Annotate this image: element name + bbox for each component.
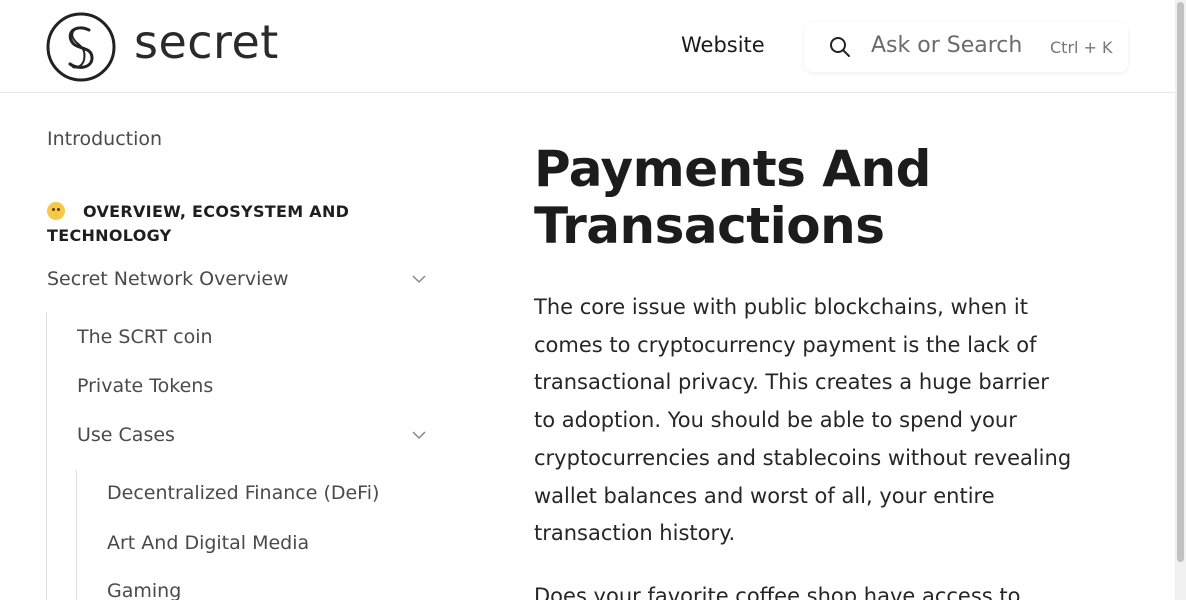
secret-logo-icon: [46, 12, 116, 82]
scrollbar-thumb[interactable]: [1177, 2, 1184, 562]
chevron-down-icon[interactable]: [412, 275, 426, 284]
chevron-down-icon[interactable]: [412, 431, 426, 440]
website-link[interactable]: Website: [681, 33, 765, 57]
sidebar-section-label: OVERVIEW, ECOSYSTEM AND TECHNOLOGY: [47, 202, 350, 245]
search-placeholder: Ask or Search: [871, 33, 1023, 58]
logo-text: secret: [134, 15, 279, 69]
sidebar-item-secret-network-overview[interactable]: Secret Network Overview: [47, 268, 289, 290]
sidebar-item-introduction[interactable]: Introduction: [47, 128, 162, 150]
search-shortcut-hint: Ctrl + K: [1050, 38, 1113, 57]
search-box[interactable]: Ask or Search Ctrl + K: [804, 22, 1128, 72]
sidebar-item-art-digital-media[interactable]: Art And Digital Media: [107, 532, 309, 554]
sidebar-item-defi[interactable]: Decentralized Finance (DeFi): [107, 482, 379, 504]
sidebar-item-gaming[interactable]: Gaming: [107, 580, 181, 600]
sidebar-item-scrt-coin[interactable]: The SCRT coin: [77, 326, 213, 348]
search-icon: [830, 37, 850, 57]
sidebar-item-private-tokens[interactable]: Private Tokens: [77, 375, 213, 397]
nav-tree-line: [46, 312, 47, 600]
logo[interactable]: secret: [46, 12, 279, 82]
body-paragraph: The core issue with public blockchains, …: [534, 295, 1072, 546]
page-title: Payments And Transactions: [534, 140, 931, 255]
shushing-face-icon: [47, 202, 65, 220]
body-paragraph: Does your favorite coffee shop have acce…: [534, 584, 1021, 600]
nav-tree-line: [76, 470, 77, 600]
sidebar: Introduction OVERVIEW, ECOSYSTEM AND TEC…: [0, 94, 470, 600]
page-scrollbar[interactable]: [1175, 0, 1186, 600]
sidebar-item-use-cases[interactable]: Use Cases: [77, 424, 175, 446]
sidebar-section-title: OVERVIEW, ECOSYSTEM AND TECHNOLOGY: [47, 200, 377, 248]
top-header: secret Website Ask or Search Ctrl + K: [0, 0, 1175, 93]
